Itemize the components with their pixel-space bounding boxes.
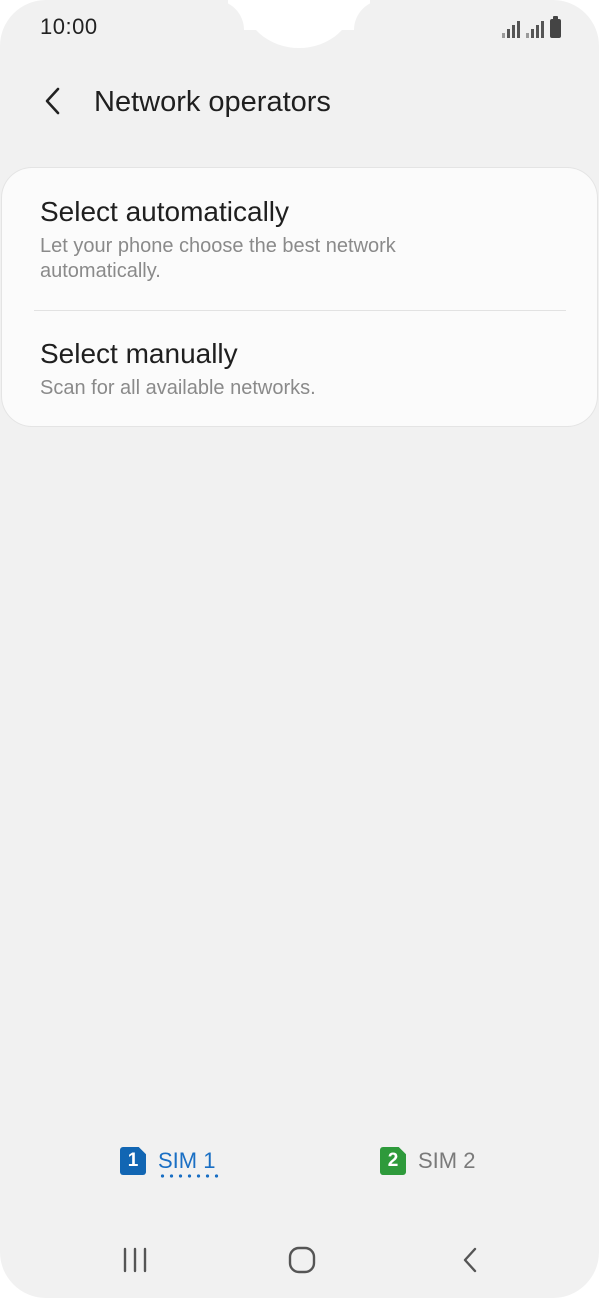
back-nav-button[interactable]	[445, 1242, 495, 1278]
tab-sim-1[interactable]: 1 SIM 1	[120, 1144, 215, 1178]
network-options-card: Select automatically Let your phone choo…	[2, 168, 597, 426]
option-description: Scan for all available networks.	[40, 377, 316, 399]
page-title: Network operators	[94, 86, 331, 118]
option-description: Let your phone choose the best network a…	[40, 235, 396, 282]
select-manually-option[interactable]: Select manually Scan for all available n…	[2, 310, 597, 426]
select-automatically-option[interactable]: Select automatically Let your phone choo…	[2, 168, 597, 310]
sim-card-1-icon: 1	[120, 1147, 146, 1175]
app-bar: Network operators	[0, 72, 599, 136]
signal-icon-sim2	[526, 20, 544, 38]
navigation-bar	[0, 1228, 599, 1292]
status-time: 10:00	[40, 14, 98, 39]
home-icon	[288, 1246, 316, 1274]
sim-tab-label: SIM 2	[418, 1148, 476, 1173]
selected-tab-indicator	[158, 1174, 220, 1178]
sim-tab-label: SIM 1	[158, 1148, 216, 1173]
recents-icon	[123, 1247, 147, 1273]
back-button[interactable]	[36, 84, 70, 118]
battery-icon	[550, 16, 561, 38]
chevron-left-icon	[45, 87, 60, 115]
sim-card-2-icon: 2	[380, 1147, 406, 1175]
option-title: Select automatically	[40, 196, 290, 227]
recents-button[interactable]	[110, 1242, 160, 1278]
option-title: Select manually	[40, 338, 238, 369]
phone-screen: 10:00 Network operators Select automatic…	[0, 0, 599, 1298]
tab-sim-2[interactable]: 2 SIM 2	[380, 1144, 475, 1178]
status-icons	[502, 16, 561, 38]
back-icon	[463, 1247, 477, 1273]
home-button[interactable]	[277, 1242, 327, 1278]
status-bar: 10:00	[0, 0, 599, 56]
signal-icon-sim1	[502, 20, 520, 38]
sim-tabs: 1 SIM 1 2 SIM 2	[0, 1130, 599, 1190]
